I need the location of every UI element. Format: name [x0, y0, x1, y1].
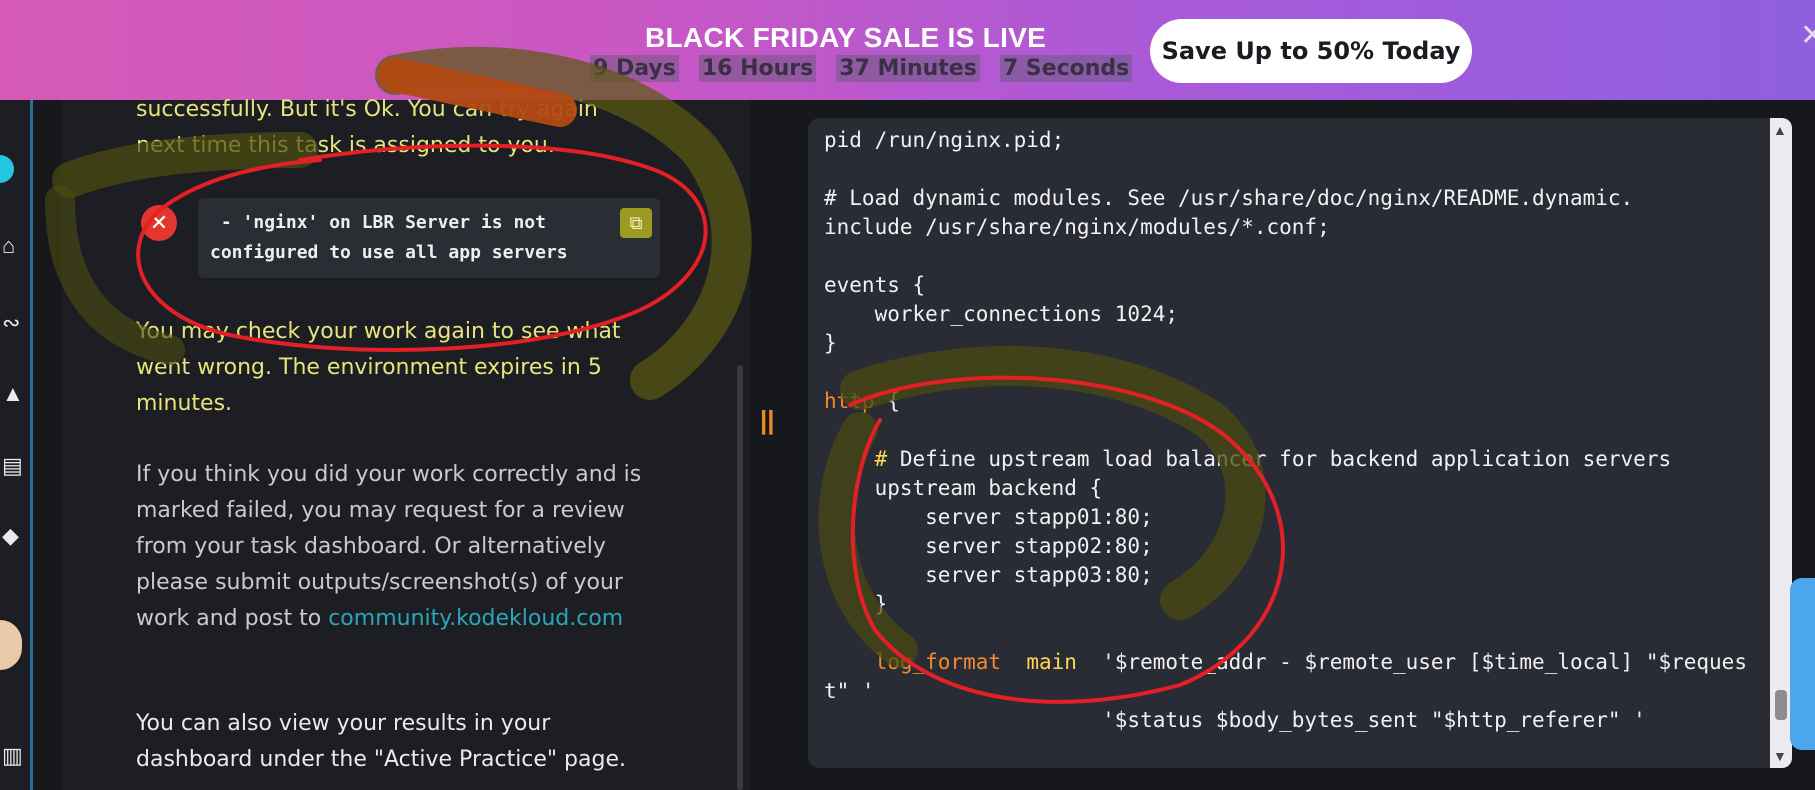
home-icon[interactable]: ⌂ — [2, 235, 24, 257]
code-line[interactable]: upstream backend { — [824, 474, 1784, 503]
code-line[interactable]: http { — [824, 387, 1784, 416]
intro-text: successfully. But it's Ok. You can try a… — [136, 92, 598, 164]
resize-handle-icon[interactable]: || — [760, 405, 775, 436]
countdown-minutes: 37 Minutes — [836, 55, 980, 82]
left-panel-scrollbar[interactable] — [737, 365, 743, 790]
error-message: - 'nginx' on LBR Server is not configure… — [210, 212, 568, 263]
recheck-text: You may check your work again to see wha… — [136, 314, 621, 422]
rail-divider — [30, 100, 33, 790]
code-line[interactable]: # Define upstream load balancer for back… — [824, 445, 1784, 474]
save-up-button[interactable]: Save Up to 50% Today — [1150, 19, 1472, 83]
banner-title: BLACK FRIDAY SALE IS LIVE — [645, 22, 1047, 53]
code-line[interactable]: server stapp02:80; — [824, 532, 1784, 561]
route-icon[interactable]: ∾ — [2, 312, 24, 334]
intro-line-2: next time this task is assigned to you. — [136, 133, 555, 158]
calendar-icon[interactable]: ▤ — [2, 455, 24, 477]
code-line[interactable] — [824, 619, 1784, 648]
results-line-1: You can also view your results in your — [136, 711, 551, 736]
code-content[interactable]: pid /run/nginx.pid; # Load dynamic module… — [824, 126, 1784, 735]
review-line-5-text: work and post to — [136, 606, 329, 631]
review-text: If you think you did your work correctly… — [136, 457, 641, 637]
countdown-days: 9 Days — [590, 55, 679, 82]
copy-icon[interactable]: ⧉ — [620, 208, 652, 238]
code-line[interactable] — [824, 242, 1784, 271]
code-line[interactable]: t" ' — [824, 677, 1784, 706]
code-line[interactable]: server stapp03:80; — [824, 561, 1784, 590]
book-icon[interactable]: ▥ — [2, 745, 24, 767]
review-line-3: from your task dashboard. Or alternative… — [136, 534, 606, 559]
recheck-line-3: minutes. — [136, 391, 233, 416]
code-editor[interactable]: pid /run/nginx.pid; # Load dynamic module… — [808, 118, 1788, 768]
intro-line-1: successfully. But it's Ok. You can try a… — [136, 97, 598, 122]
review-line-1: If you think you did your work correctly… — [136, 462, 642, 487]
review-line-4: please submit outputs/screenshot(s) of y… — [136, 570, 623, 595]
scroll-down-icon[interactable]: ▼ — [1773, 748, 1787, 764]
countdown: 9 Days 16 Hours 37 Minutes 7 Seconds — [590, 55, 1133, 82]
results-line-2: dashboard under the "Active Practice" pa… — [136, 747, 626, 772]
chart-icon[interactable]: ▲ — [2, 383, 24, 405]
feedback-tab[interactable] — [1790, 578, 1815, 750]
error-icon: ✕ — [141, 205, 177, 241]
code-line[interactable]: include /usr/share/nginx/modules/*.conf; — [824, 213, 1784, 242]
puzzle-icon[interactable]: ◆ — [2, 525, 24, 547]
code-line[interactable]: # Load dynamic modules. See /usr/share/d… — [824, 184, 1784, 213]
code-line[interactable]: log_format main '$remote_addr - $remote_… — [824, 648, 1784, 677]
results-text: You can also view your results in your d… — [136, 706, 626, 778]
code-line[interactable]: '$status $body_bytes_sent "$http_referer… — [824, 706, 1784, 735]
code-line[interactable]: pid /run/nginx.pid; — [824, 126, 1784, 155]
countdown-seconds: 7 Seconds — [999, 55, 1133, 82]
code-line[interactable] — [824, 155, 1784, 184]
code-line[interactable]: } — [824, 590, 1784, 619]
review-line-2: marked failed, you may request for a rev… — [136, 498, 625, 523]
editor-scroll-thumb[interactable] — [1775, 690, 1787, 720]
close-icon[interactable]: ✕ — [1800, 18, 1815, 53]
recheck-line-1: You may check your work again to see wha… — [136, 319, 621, 344]
code-line[interactable]: worker_connections 1024; — [824, 300, 1784, 329]
review-line-5: work and post to community.kodekloud.com — [136, 601, 641, 637]
countdown-hours: 16 Hours — [698, 55, 817, 82]
code-line[interactable] — [824, 416, 1784, 445]
code-line[interactable]: events { — [824, 271, 1784, 300]
recheck-line-2: went wrong. The environment expires in 5 — [136, 355, 602, 380]
nav-rail — [0, 100, 30, 790]
code-line[interactable] — [824, 358, 1784, 387]
community-link[interactable]: community.kodekloud.com — [328, 606, 623, 631]
code-line[interactable]: server stapp01:80; — [824, 503, 1784, 532]
code-line[interactable]: } — [824, 329, 1784, 358]
scroll-up-icon[interactable]: ▲ — [1773, 122, 1787, 138]
editor-scrollbar[interactable] — [1770, 118, 1792, 768]
promo-banner: BLACK FRIDAY SALE IS LIVE 9 Days 16 Hour… — [0, 0, 1815, 100]
